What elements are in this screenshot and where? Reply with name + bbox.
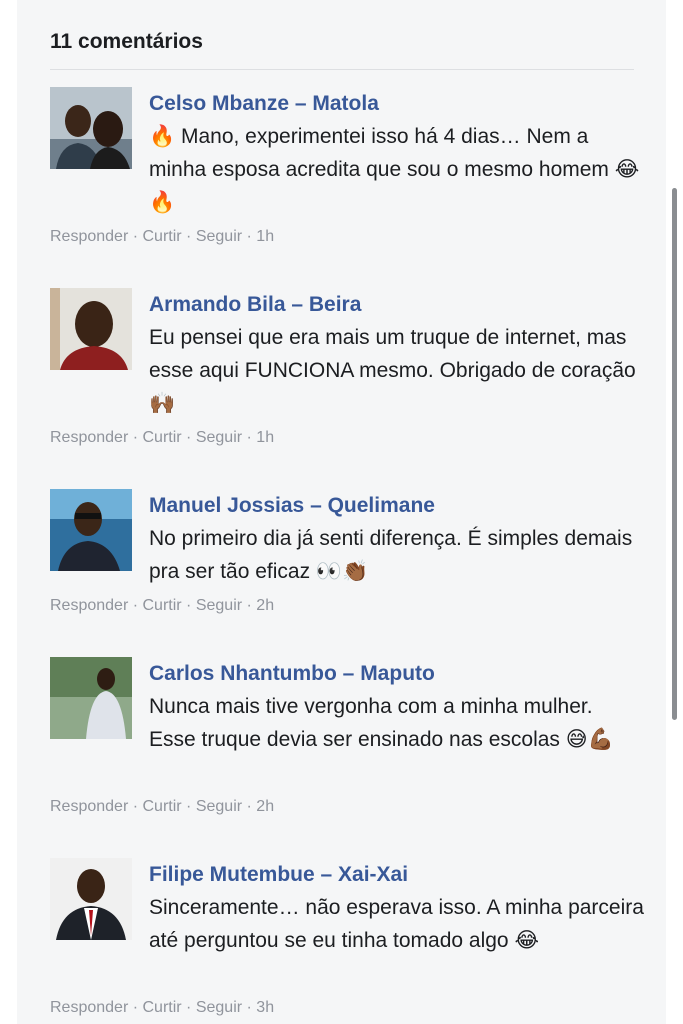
follow-link[interactable]: Seguir	[196, 999, 242, 1016]
separator: ·	[128, 228, 143, 245]
comment-actions: Responder · Curtir · Seguir · 1h	[50, 429, 274, 447]
comment-actions: Responder · Curtir · Seguir · 3h	[50, 999, 274, 1017]
timestamp-link[interactable]: 2h	[256, 798, 274, 815]
follow-link[interactable]: Seguir	[196, 228, 242, 245]
follow-link[interactable]: Seguir	[196, 798, 242, 815]
like-link[interactable]: Curtir	[143, 228, 182, 245]
separator: ·	[242, 597, 257, 614]
like-link[interactable]: Curtir	[143, 798, 182, 815]
reply-link[interactable]: Responder	[50, 228, 128, 245]
comment-text: Sinceramente… não esperava isso. A minha…	[149, 896, 644, 952]
comments-count-header: 11 comentários	[50, 30, 203, 53]
separator: ·	[181, 429, 196, 446]
separator: ·	[242, 999, 257, 1016]
comment-actions: Responder · Curtir · Seguir · 2h	[50, 798, 274, 816]
timestamp-link[interactable]: 2h	[256, 597, 274, 614]
like-link[interactable]: Curtir	[143, 429, 182, 446]
comment-author-link[interactable]: Manuel Jossias – Quelimane	[149, 489, 644, 522]
comment-text: 🔥 Mano, experimentei isso há 4 dias… Nem…	[149, 125, 640, 214]
reply-link[interactable]: Responder	[50, 429, 128, 446]
comment-author-link[interactable]: Carlos Nhantumbo – Maputo	[149, 657, 644, 690]
avatar-photo	[50, 858, 132, 940]
separator: ·	[181, 798, 196, 815]
separator: ·	[242, 228, 257, 245]
comment-author-link[interactable]: Filipe Mutembue – Xai-Xai	[149, 858, 644, 891]
separator: ·	[242, 429, 257, 446]
comment-actions: Responder · Curtir · Seguir · 2h	[50, 597, 274, 615]
timestamp-link[interactable]: 3h	[256, 999, 274, 1016]
separator: ·	[181, 999, 196, 1016]
avatar[interactable]	[50, 288, 132, 370]
separator: ·	[181, 228, 196, 245]
timestamp-link[interactable]: 1h	[256, 228, 274, 245]
avatar[interactable]	[50, 489, 132, 571]
avatar[interactable]	[50, 657, 132, 739]
comment-actions: Responder · Curtir · Seguir · 1h	[50, 228, 274, 246]
like-link[interactable]: Curtir	[143, 999, 182, 1016]
separator: ·	[181, 597, 196, 614]
header-divider	[50, 69, 634, 70]
separator: ·	[128, 999, 143, 1016]
comment-text: Nunca mais tive vergonha com a minha mul…	[149, 695, 614, 751]
follow-link[interactable]: Seguir	[196, 429, 242, 446]
avatar[interactable]	[50, 858, 132, 940]
separator: ·	[128, 798, 143, 815]
reply-link[interactable]: Responder	[50, 798, 128, 815]
separator: ·	[242, 798, 257, 815]
like-link[interactable]: Curtir	[143, 597, 182, 614]
avatar[interactable]	[50, 87, 132, 169]
avatar-photo	[50, 489, 132, 571]
separator: ·	[128, 597, 143, 614]
comment-author-link[interactable]: Celso Mbanze – Matola	[149, 87, 644, 120]
reply-link[interactable]: Responder	[50, 999, 128, 1016]
comment-author-link[interactable]: Armando Bila – Beira	[149, 288, 644, 321]
scrollbar[interactable]	[672, 188, 677, 720]
reply-link[interactable]: Responder	[50, 597, 128, 614]
comment-text: No primeiro dia já senti diferença. É si…	[149, 527, 633, 583]
avatar-photo	[50, 657, 132, 739]
separator: ·	[128, 429, 143, 446]
avatar-photo	[50, 288, 132, 370]
timestamp-link[interactable]: 1h	[256, 429, 274, 446]
comment-text: Eu pensei que era mais um truque de inte…	[149, 326, 636, 415]
follow-link[interactable]: Seguir	[196, 597, 242, 614]
avatar-photo	[50, 87, 132, 169]
